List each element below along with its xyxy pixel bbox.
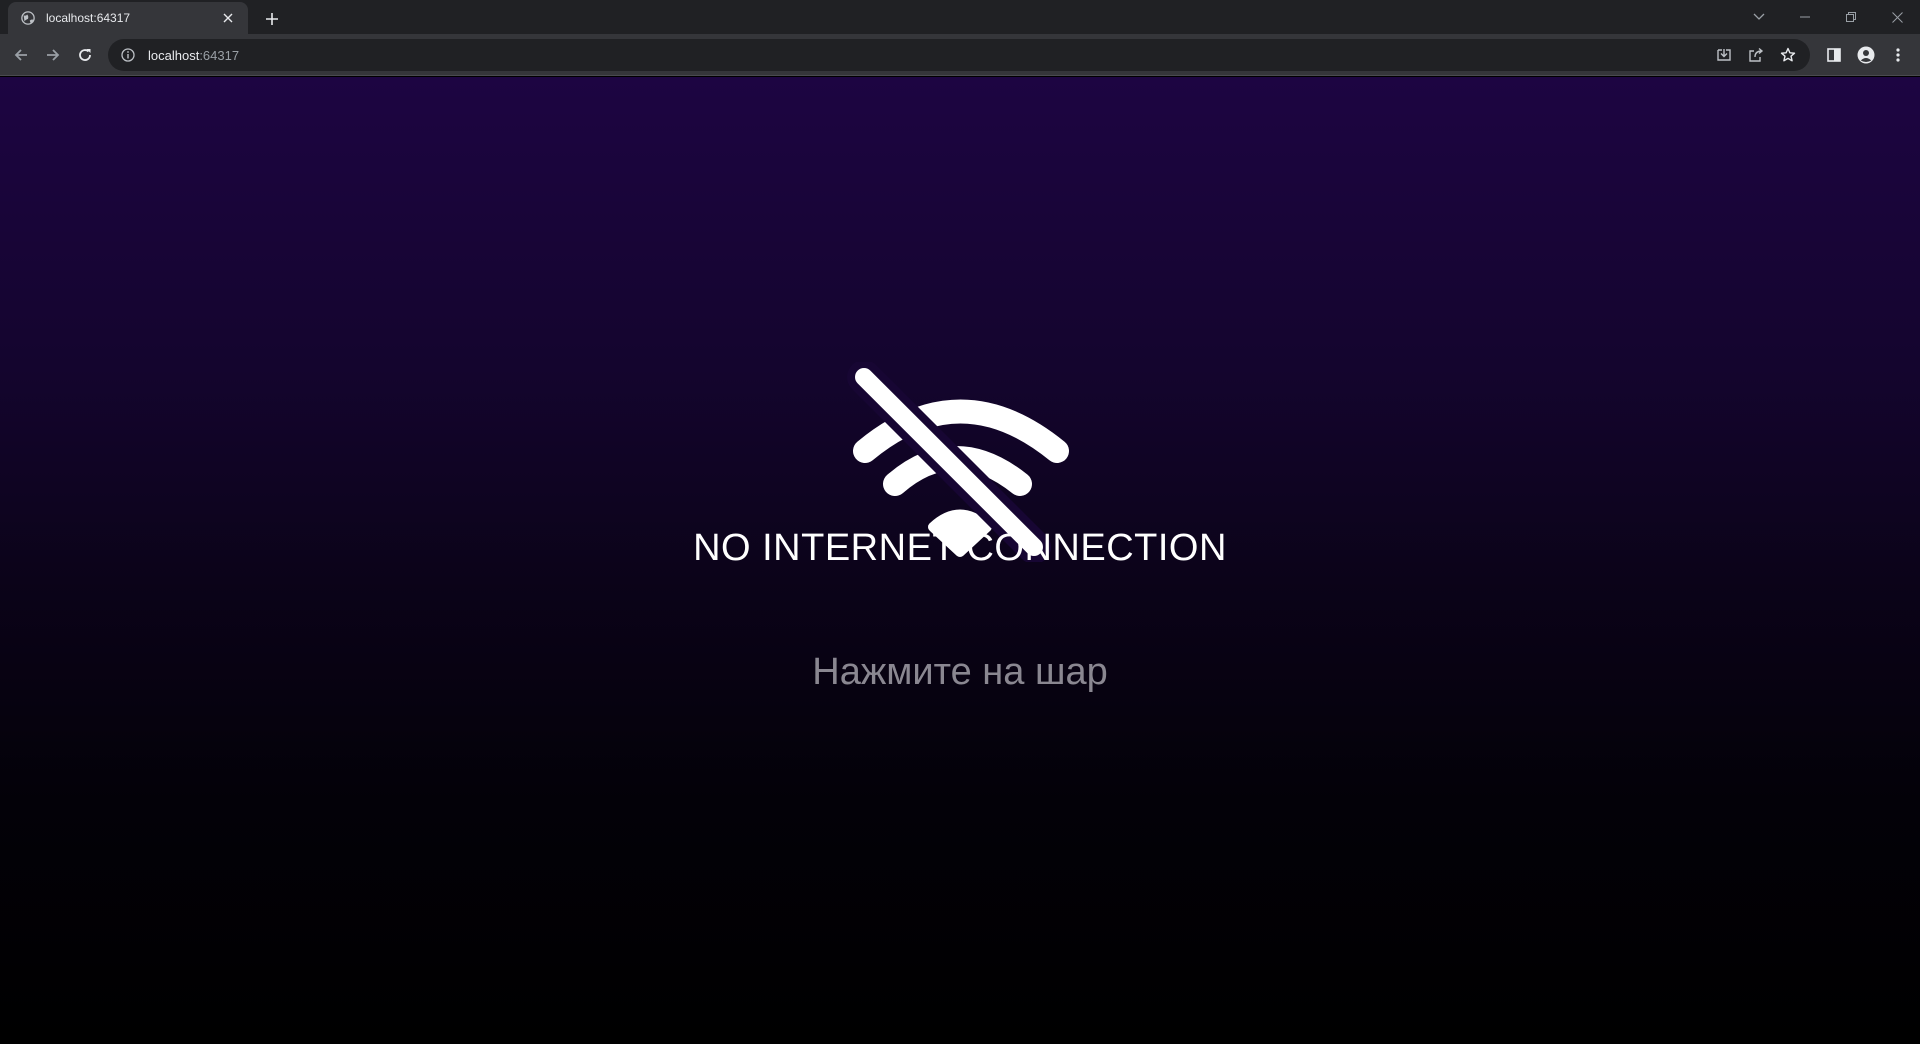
restore-icon[interactable] [1828, 2, 1874, 32]
plus-icon[interactable] [258, 5, 286, 33]
profile-icon[interactable] [1850, 39, 1882, 71]
url-port: :64317 [199, 47, 240, 63]
tap-ball-hint[interactable]: Нажмите на шар [0, 651, 1920, 694]
arrow-right-icon[interactable] [37, 39, 69, 71]
side-panel-icon[interactable] [1818, 39, 1850, 71]
reload-icon[interactable] [69, 39, 101, 71]
kebab-menu-icon[interactable] [1882, 39, 1914, 71]
install-icon[interactable] [1708, 39, 1740, 71]
chevron-down-icon[interactable] [1736, 2, 1782, 32]
minimize-icon[interactable] [1782, 2, 1828, 32]
address-bar-actions [1708, 39, 1804, 71]
window-controls [1736, 0, 1920, 34]
tab-strip: localhost:64317 [0, 0, 1920, 34]
arrow-left-icon[interactable] [5, 39, 37, 71]
close-icon[interactable] [218, 8, 238, 28]
url-host: localhost [148, 47, 200, 63]
star-icon[interactable] [1772, 39, 1804, 71]
browser-toolbar: localhost:64317 [0, 34, 1920, 76]
close-icon[interactable] [1874, 2, 1920, 32]
tab-title: localhost:64317 [46, 11, 131, 25]
globe-icon [20, 10, 36, 26]
info-icon[interactable] [118, 45, 138, 65]
browser-tab[interactable]: localhost:64317 [8, 2, 248, 34]
page-title: NO INTERNET CONNECTION [693, 527, 1227, 569]
toolbar-actions [1818, 39, 1914, 71]
share-icon[interactable] [1740, 39, 1772, 71]
address-bar[interactable]: localhost:64317 [108, 39, 1810, 71]
